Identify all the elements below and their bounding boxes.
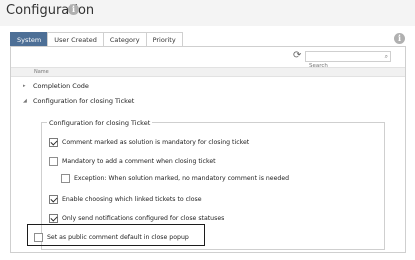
checkbox-checked[interactable]	[49, 194, 58, 204]
option-solution-exception[interactable]: Exception: When solution marked, no mand…	[61, 172, 289, 184]
option-label: Mandatory to add a comment when closing …	[62, 157, 216, 165]
tab-category[interactable]: Category	[102, 32, 147, 46]
checkbox-checked[interactable]	[49, 137, 58, 147]
option-choose-linked-tickets[interactable]: Enable choosing which linked tickets to …	[49, 193, 202, 205]
option-label: Comment marked as solution is mandatory …	[62, 138, 250, 146]
page-header: Configuration i	[0, 0, 415, 26]
search-icon[interactable]: ⌕	[385, 53, 388, 61]
option-label: Only send notifications configured for c…	[62, 214, 225, 222]
tabs-info-icon[interactable]: i	[394, 33, 405, 44]
tree-item-label: Completion Code	[33, 82, 89, 90]
option-label: Exception: When solution marked, no mand…	[74, 174, 290, 182]
checkbox-unchecked[interactable]	[49, 156, 58, 166]
column-header-name[interactable]: Name	[34, 69, 49, 75]
tree-item-completion-code[interactable]: ▸ Completion Code	[11, 79, 405, 93]
tree-item-config-closing-ticket[interactable]: ◢ Configuration for closing Ticket	[11, 94, 405, 108]
grid-header: Name	[11, 67, 405, 77]
page-title: Configuration	[6, 3, 95, 18]
search-box: ⌕	[305, 51, 391, 71]
group-legend: Configuration for closing Ticket	[47, 119, 153, 127]
info-icon[interactable]: i	[68, 4, 79, 15]
settings-panel: ⟳ ⌕ Name ▸ Completion Code ◢ Configurati…	[10, 46, 406, 253]
option-label: Enable choosing which linked tickets to …	[62, 195, 202, 203]
tab-bar: System User Created Category Priority	[10, 32, 183, 46]
tab-priority[interactable]: Priority	[145, 32, 183, 46]
checkbox-checked[interactable]	[49, 213, 58, 223]
option-solution-mandatory[interactable]: Comment marked as solution is mandatory …	[49, 136, 249, 148]
tab-system[interactable]: System	[10, 32, 49, 46]
expand-arrow-icon[interactable]: ▸	[23, 79, 26, 93]
tab-user-created[interactable]: User Created	[47, 32, 104, 46]
option-close-status-notifications[interactable]: Only send notifications configured for c…	[49, 212, 224, 224]
refresh-icon[interactable]: ⟳	[293, 51, 301, 61]
option-mandatory-comment[interactable]: Mandatory to add a comment when closing …	[49, 155, 216, 167]
tree-item-label: Configuration for closing Ticket	[33, 97, 135, 105]
option-public-comment-default[interactable]: Set as public comment default in close p…	[34, 231, 189, 243]
option-label: Set as public comment default in close p…	[47, 233, 189, 241]
toolbar: ⟳ ⌕	[11, 47, 405, 71]
checkbox-unchecked[interactable]	[34, 232, 43, 242]
collapse-arrow-icon[interactable]: ◢	[23, 94, 27, 108]
checkbox-unchecked[interactable]	[61, 173, 70, 183]
